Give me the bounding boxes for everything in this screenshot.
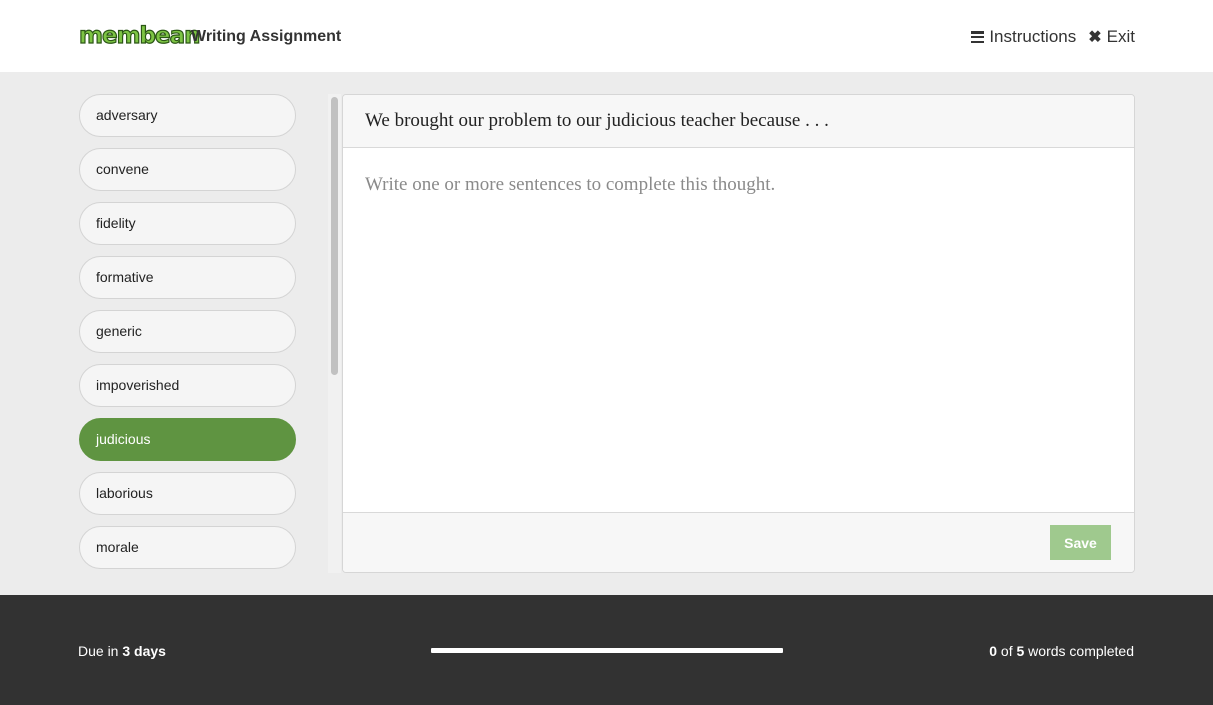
total-count: 5: [1016, 643, 1025, 659]
word-item-judicious[interactable]: judicious: [79, 418, 296, 461]
exit-button[interactable]: ✖ Exit: [1088, 27, 1135, 47]
progress-bar: [431, 648, 783, 653]
membean-logo[interactable]: membean: [78, 22, 201, 50]
word-list: adversary convene fidelity formative generic…: [79, 94, 297, 574]
page-title: Writing Assignment: [191, 28, 342, 45]
of-label: of: [1000, 643, 1013, 659]
word-item-impoverished[interactable]: impoverished: [79, 364, 296, 407]
completed-count: 0: [989, 643, 998, 659]
due-prefix: Due in: [78, 643, 119, 659]
word-item-laborious[interactable]: laborious: [79, 472, 296, 515]
due-value: 3 days: [122, 643, 166, 659]
word-item-generic[interactable]: generic: [79, 310, 296, 353]
top-actions: Instructions ✖ Exit: [971, 27, 1135, 47]
answer-input[interactable]: [343, 148, 1134, 513]
hamburger-menu-icon: [971, 31, 985, 43]
close-icon: ✖: [1088, 29, 1102, 46]
due-date: Due in 3 days: [78, 643, 166, 659]
status-bar: Due in 3 days 0 of 5 words completed: [0, 595, 1213, 705]
words-completed: 0 of 5 words completed: [989, 643, 1134, 659]
word-item-adversary[interactable]: adversary: [79, 94, 296, 137]
sentence-prompt: We brought our problem to our judicious …: [343, 95, 1134, 148]
instructions-label: Instructions: [989, 27, 1077, 46]
scrollbar-thumb[interactable]: [331, 97, 338, 375]
word-item-fidelity[interactable]: fidelity: [79, 202, 296, 245]
completed-suffix: words completed: [1028, 643, 1134, 659]
word-item-convene[interactable]: convene: [79, 148, 296, 191]
writing-editor: We brought our problem to our judicious …: [342, 94, 1135, 573]
instructions-button[interactable]: Instructions: [971, 27, 1076, 47]
word-item-formative[interactable]: formative: [79, 256, 296, 299]
editor-footer: Save: [343, 512, 1134, 572]
word-list-scrollbar[interactable]: [328, 94, 341, 573]
top-bar: membean Writing Assignment Instructions …: [0, 0, 1213, 72]
exit-label: Exit: [1106, 27, 1135, 46]
save-button[interactable]: Save: [1050, 525, 1111, 560]
word-item-morale[interactable]: morale: [79, 526, 296, 569]
